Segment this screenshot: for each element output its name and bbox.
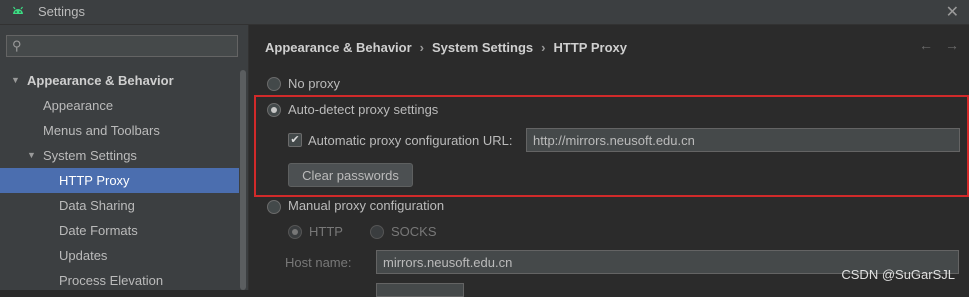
sidebar-item-label: Updates — [59, 248, 108, 263]
http-radio[interactable] — [288, 225, 302, 239]
sidebar-item-http-proxy[interactable]: HTTP Proxy — [0, 168, 247, 193]
search-box[interactable]: ⚲ — [6, 35, 238, 57]
socks-radio[interactable] — [370, 225, 384, 239]
breadcrumb-item: HTTP Proxy — [553, 40, 627, 55]
breadcrumb-separator: › — [541, 40, 546, 55]
breadcrumb: Appearance & Behavior › System Settings › HT… — [265, 40, 627, 55]
scrollbar-thumb[interactable] — [240, 70, 246, 290]
no-proxy-radio[interactable] — [267, 77, 281, 91]
forward-arrow-icon[interactable]: → — [945, 37, 959, 53]
chevron-down-icon: ▼ — [27, 150, 36, 160]
no-proxy-label[interactable]: No proxy — [288, 76, 340, 91]
port-field[interactable] — [376, 283, 464, 297]
android-icon — [13, 6, 23, 14]
sidebar-item-appearance-behavior[interactable]: ▼ Appearance & Behavior — [0, 68, 247, 93]
http-label[interactable]: HTTP — [309, 224, 343, 239]
sidebar-item-data-sharing[interactable]: Data Sharing — [0, 193, 247, 218]
settings-sidebar: ⚲ ▼ Appearance & Behavior Appearance Men… — [0, 25, 249, 290]
title-bar: Settings ✕ — [0, 0, 969, 25]
sidebar-item-appearance[interactable]: Appearance — [0, 93, 247, 118]
sidebar-item-updates[interactable]: Updates — [0, 243, 247, 268]
sidebar-item-label: HTTP Proxy — [59, 173, 130, 188]
search-input[interactable] — [33, 38, 237, 56]
sidebar-item-label: Date Formats — [59, 223, 138, 238]
back-arrow-icon[interactable]: ← — [919, 37, 933, 53]
history-nav: ← → — [907, 37, 959, 53]
watermark: CSDN @SuGarSJL — [841, 267, 955, 282]
http-proxy-panel: Appearance & Behavior › System Settings › HT… — [249, 25, 969, 297]
sidebar-item-menus-toolbars[interactable]: Menus and Toolbars — [0, 118, 247, 143]
chevron-down-icon: ▼ — [11, 75, 20, 85]
socks-label[interactable]: SOCKS — [391, 224, 437, 239]
sidebar-item-process-elevation[interactable]: Process Elevation — [0, 268, 247, 293]
highlight-box — [254, 95, 969, 197]
manual-proxy-label[interactable]: Manual proxy configuration — [288, 198, 444, 213]
sidebar-item-label: Data Sharing — [59, 198, 135, 213]
sidebar-item-label: Menus and Toolbars — [43, 123, 160, 138]
sidebar-item-label: Appearance — [43, 98, 114, 113]
breadcrumb-item[interactable]: System Settings — [432, 40, 533, 55]
sidebar-scrollbar[interactable] — [239, 70, 247, 290]
sidebar-item-label: Process Elevation — [59, 273, 164, 288]
sidebar-item-label: System Settings — [43, 148, 137, 163]
sidebar-item-date-formats[interactable]: Date Formats — [0, 218, 247, 243]
sidebar-item-label: Appearance & Behavior — [27, 73, 174, 88]
close-icon[interactable]: ✕ — [946, 2, 959, 22]
window-title: Settings — [38, 4, 85, 19]
host-name-label: Host name: — [285, 255, 352, 270]
breadcrumb-item[interactable]: Appearance & Behavior — [265, 40, 412, 55]
breadcrumb-separator: › — [419, 40, 425, 55]
sidebar-item-system-settings[interactable]: ▼ System Settings — [0, 143, 247, 168]
manual-proxy-radio[interactable] — [267, 200, 281, 214]
search-icon: ⚲ — [12, 38, 22, 53]
